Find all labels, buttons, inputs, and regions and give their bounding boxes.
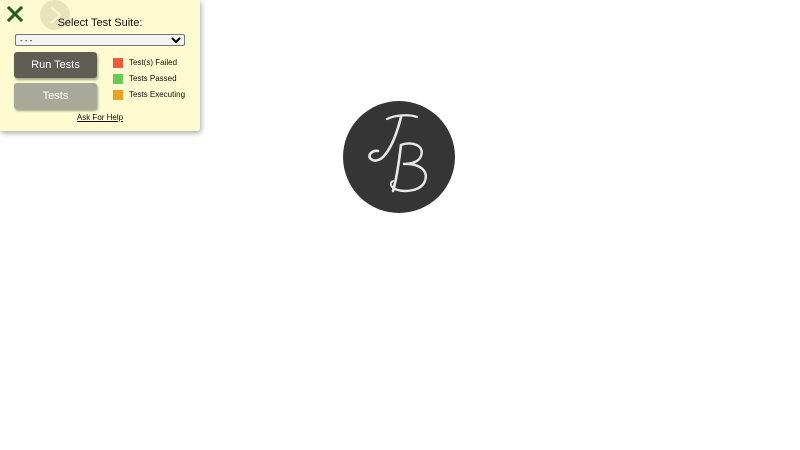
legend-label-executing: Tests Executing xyxy=(129,90,186,99)
legend-item-executing: Tests Executing xyxy=(113,89,185,100)
page: Select Test Suite: - - - Run Tests Tests… xyxy=(0,0,800,450)
tests-button[interactable]: Tests xyxy=(14,83,97,109)
test-runner-panel: Select Test Suite: - - - Run Tests Tests… xyxy=(0,0,200,131)
ask-for-help-link[interactable]: Ask For Help xyxy=(0,113,200,122)
legend-label-passed: Tests Passed xyxy=(129,74,177,83)
run-tests-button[interactable]: Run Tests xyxy=(14,52,97,78)
legend-item-passed: Tests Passed xyxy=(113,73,177,84)
legend-swatch-failed xyxy=(113,57,123,68)
select-test-suite-label: Select Test Suite: xyxy=(57,17,143,29)
legend-swatch-executing xyxy=(113,89,123,100)
jb-monogram-logo xyxy=(343,101,455,213)
test-suite-select[interactable]: - - - xyxy=(15,34,185,46)
legend-label-failed: Test(s) Failed xyxy=(129,58,178,67)
legend-item-failed: Test(s) Failed xyxy=(113,57,177,68)
legend-swatch-passed xyxy=(113,73,123,84)
